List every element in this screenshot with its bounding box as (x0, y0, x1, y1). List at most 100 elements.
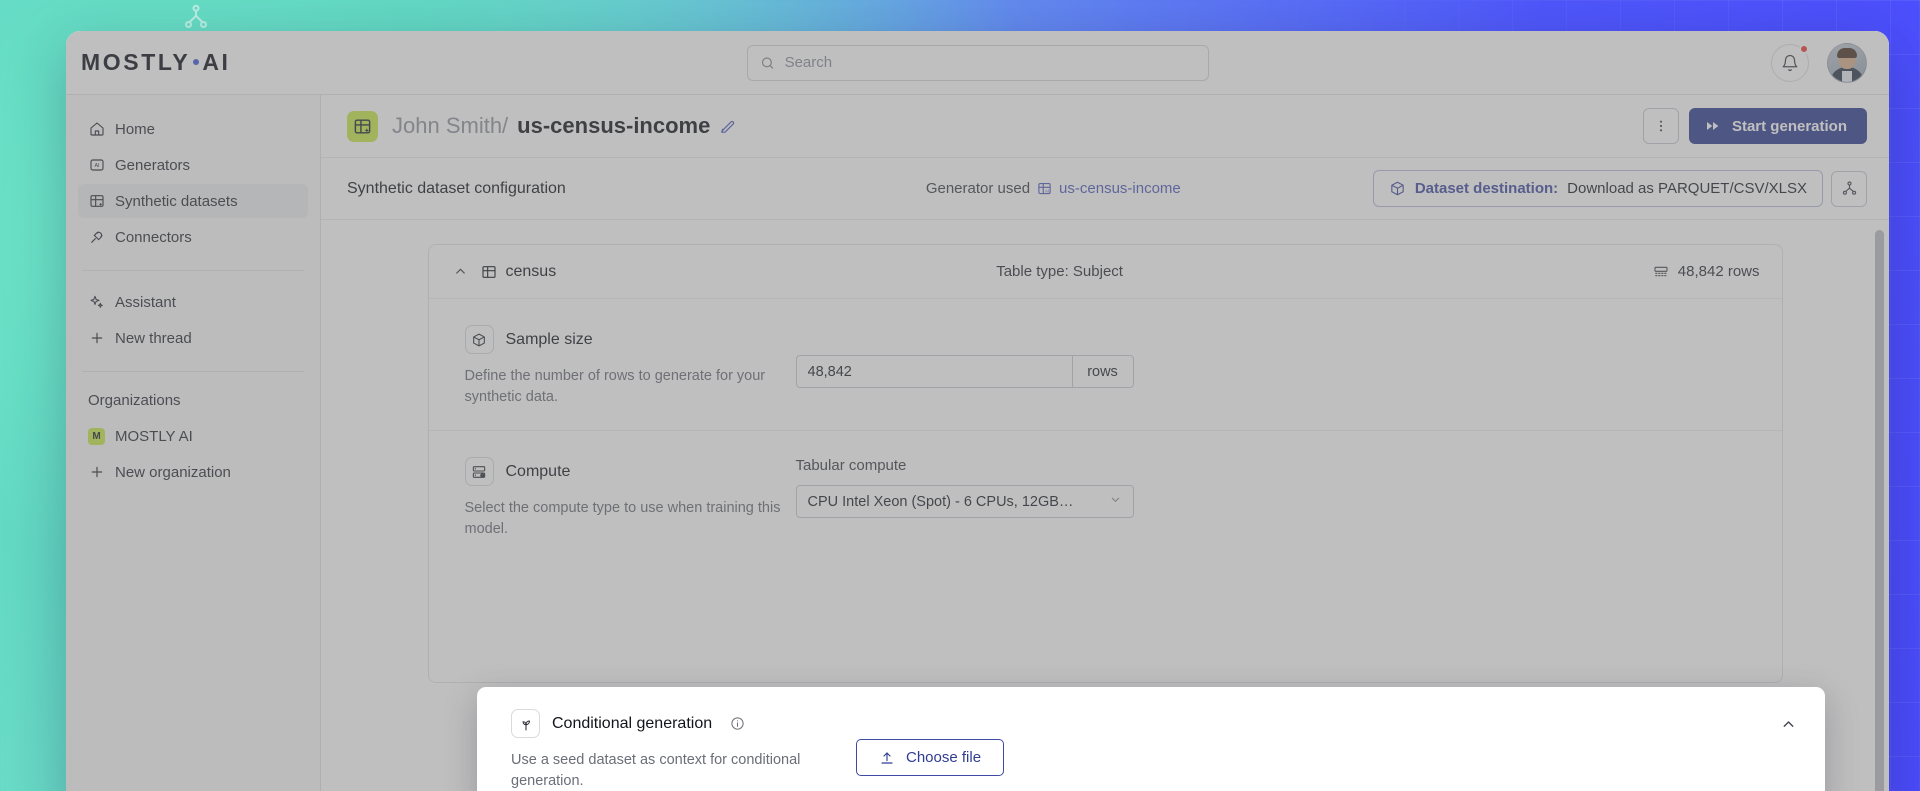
sparkle-icon (88, 294, 105, 311)
sidebar-divider-1 (82, 270, 304, 271)
sidebar-item-label: New organization (115, 464, 231, 481)
brand-text-left: MOSTLY (81, 49, 190, 76)
brand-dot (193, 59, 199, 65)
search-box[interactable] (747, 45, 1209, 81)
table-green-icon (347, 111, 378, 142)
sidebar-item-connectors[interactable]: Connectors (78, 220, 308, 254)
connectors-icon (88, 229, 105, 246)
svg-text:AI: AI (94, 163, 99, 169)
generators-icon: AI (88, 157, 105, 174)
section-compute-right: Tabular compute CPU Intel Xeon (Spot) - … (796, 457, 1134, 540)
page-title-owner: John Smith/ (392, 113, 508, 139)
search-input[interactable] (785, 54, 1196, 71)
notification-badge (1799, 44, 1809, 54)
sidebar-item-new-organization[interactable]: New organization (78, 455, 308, 489)
sidebar-item-label: Synthetic datasets (115, 193, 238, 210)
section-sample-size-left: Sample size Define the number of rows to… (451, 325, 796, 408)
bell-icon (1781, 54, 1799, 72)
sidebar-item-label: Assistant (115, 294, 176, 311)
table-icon (481, 264, 497, 280)
table-rows-value: 48,842 rows (1678, 263, 1760, 280)
sidebar-item-organization-mostly-ai[interactable]: M MOSTLY AI (78, 419, 308, 453)
organization-badge: M (88, 428, 105, 445)
table-name: census (506, 263, 557, 281)
info-icon[interactable] (730, 716, 745, 731)
rows-icon (1653, 264, 1669, 280)
brand-logo[interactable]: MOSTLY AI (66, 49, 321, 76)
section-compute-title: Compute (465, 457, 796, 486)
brand-text-right: AI (202, 49, 230, 76)
generator-used: Generator used AI us-census-income (926, 180, 1181, 197)
top-bar-actions (1634, 43, 1889, 83)
plus-icon (88, 330, 105, 347)
sidebar-item-synthetic-datasets[interactable]: Synthetic datasets (78, 184, 308, 218)
config-subheader: Synthetic dataset configuration Generato… (321, 158, 1889, 220)
section-sample-size: Sample size Define the number of rows to… (429, 299, 1782, 430)
table-rows: 48,842 rows (1653, 263, 1760, 280)
server-gear-icon (465, 457, 494, 486)
notifications-button[interactable] (1771, 44, 1809, 82)
share-button[interactable] (1831, 171, 1867, 207)
sidebar-divider-2 (82, 371, 304, 372)
start-generation-label: Start generation (1732, 118, 1847, 135)
edit-pencil-icon[interactable] (719, 118, 736, 135)
sidebar-item-label: Generators (115, 157, 190, 174)
sample-size-unit: rows (1072, 355, 1134, 388)
kebab-menu-icon (1653, 118, 1669, 134)
dataset-destination-button[interactable]: Dataset destination: Download as PARQUET… (1373, 170, 1823, 207)
config-title: Synthetic dataset configuration (347, 180, 566, 198)
conditional-generation-left: Conditional generation Use a seed datase… (511, 709, 871, 791)
start-generation-button[interactable]: Start generation (1689, 108, 1867, 144)
conditional-generation-collapse-button[interactable] (1777, 713, 1799, 735)
tabular-compute-select[interactable]: CPU Intel Xeon (Spot) - 6 CPUs, 12GB… (796, 485, 1134, 518)
generator-link[interactable]: us-census-income (1059, 180, 1181, 197)
sidebar-item-label: Home (115, 121, 155, 138)
section-sample-size-right: rows (796, 325, 1134, 408)
sample-size-input-group: rows (796, 355, 1134, 388)
section-description: Select the compute type to use when trai… (465, 498, 795, 540)
avatar[interactable] (1827, 43, 1867, 83)
scrollbar-thumb[interactable] (1875, 230, 1884, 791)
page-title-name: us-census-income (517, 113, 710, 139)
conditional-generation-right: Choose file (856, 709, 1004, 791)
sidebar: Home AI Generators Synt (66, 95, 321, 791)
share-nodes-icon (1841, 180, 1858, 197)
search-icon (760, 55, 775, 71)
sidebar-item-generators[interactable]: AI Generators (78, 148, 308, 182)
tabular-compute-value: CPU Intel Xeon (Spot) - 6 CPUs, 12GB… (808, 494, 1074, 510)
avatar-hair (1837, 48, 1857, 58)
sample-size-input[interactable] (796, 355, 1072, 388)
chevron-up-icon (1780, 716, 1797, 733)
tabular-compute-label: Tabular compute (796, 457, 1134, 474)
conditional-generation-title-text: Conditional generation (552, 715, 712, 733)
more-options-button[interactable] (1643, 108, 1679, 144)
conditional-generation-title: Conditional generation (511, 709, 871, 738)
section-description: Define the number of rows to generate fo… (465, 366, 795, 408)
sidebar-item-label: New thread (115, 330, 192, 347)
fast-forward-icon (1705, 118, 1721, 134)
section-title-text: Compute (506, 463, 571, 481)
page-header: John Smith/us-census-income (321, 95, 1889, 158)
generator-used-label: Generator used (926, 180, 1030, 197)
choose-file-button[interactable]: Choose file (856, 739, 1004, 776)
sidebar-item-assistant[interactable]: Assistant (78, 285, 308, 319)
cube-icon (465, 325, 494, 354)
sidebar-section-organizations: Organizations (78, 386, 308, 419)
sidebar-item-home[interactable]: Home (78, 112, 308, 146)
content-scrollbar[interactable] (1875, 230, 1884, 791)
section-sample-size-title: Sample size (465, 325, 796, 354)
app-window: MOSTLY AI (66, 31, 1889, 791)
subheader-actions: Dataset destination: Download as PARQUET… (1373, 170, 1867, 207)
section-compute-left: Compute Select the compute type to use w… (451, 457, 796, 540)
table-type: Table type: Subject (996, 263, 1123, 280)
sidebar-item-new-thread[interactable]: New thread (78, 321, 308, 355)
page-title: John Smith/us-census-income (392, 113, 736, 139)
table-config-card: census Table type: Subject 48,842 rows (428, 244, 1783, 683)
chevron-up-icon[interactable] (451, 264, 471, 279)
upload-icon (879, 750, 895, 766)
search-wrapper (321, 45, 1634, 81)
synthetic-datasets-icon (88, 193, 105, 210)
table-card-header[interactable]: census Table type: Subject 48,842 rows (429, 245, 1782, 299)
conditional-generation-description: Use a seed dataset as context for condit… (511, 750, 841, 791)
sidebar-item-label: Connectors (115, 229, 192, 246)
